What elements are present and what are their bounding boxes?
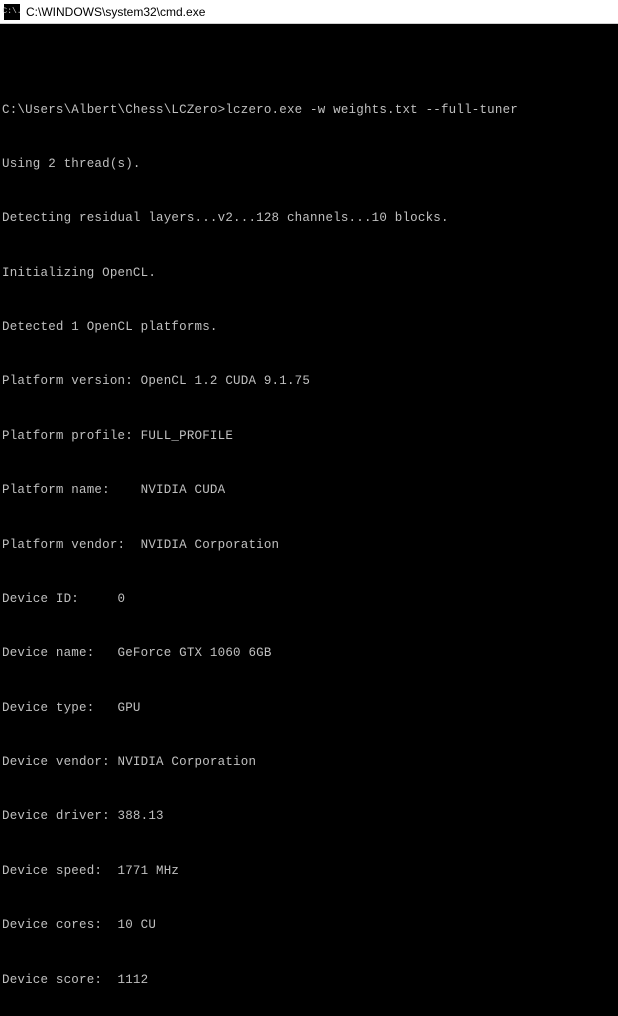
terminal-line: Initializing OpenCL. [2, 264, 616, 282]
terminal-line: C:\Users\Albert\Chess\LCZero>lczero.exe … [2, 101, 616, 119]
window-titlebar[interactable]: C:\. C:\WINDOWS\system32\cmd.exe [0, 0, 618, 24]
terminal-line: Device driver: 388.13 [2, 807, 616, 825]
terminal-line: Device name: GeForce GTX 1060 6GB [2, 644, 616, 662]
terminal-line: Platform vendor: NVIDIA Corporation [2, 536, 616, 554]
terminal-line: Device cores: 10 CU [2, 916, 616, 934]
cmd-icon-glyph: C:\. [2, 8, 21, 16]
terminal-line: Device type: GPU [2, 699, 616, 717]
terminal-line: Detected 1 OpenCL platforms. [2, 318, 616, 336]
cmd-icon: C:\. [4, 4, 20, 20]
terminal-output: C:\Users\Albert\Chess\LCZero>lczero.exe … [0, 24, 618, 1016]
terminal-line: Platform version: OpenCL 1.2 CUDA 9.1.75 [2, 372, 616, 390]
terminal-line: Detecting residual layers...v2...128 cha… [2, 209, 616, 227]
window-title: C:\WINDOWS\system32\cmd.exe [26, 5, 205, 19]
terminal-line: Platform profile: FULL_PROFILE [2, 427, 616, 445]
terminal-line: Device ID: 0 [2, 590, 616, 608]
terminal-line: Using 2 thread(s). [2, 155, 616, 173]
terminal-line: Device vendor: NVIDIA Corporation [2, 753, 616, 771]
terminal-line: Device score: 1112 [2, 971, 616, 989]
terminal-line: Device speed: 1771 MHz [2, 862, 616, 880]
terminal-line: Platform name: NVIDIA CUDA [2, 481, 616, 499]
